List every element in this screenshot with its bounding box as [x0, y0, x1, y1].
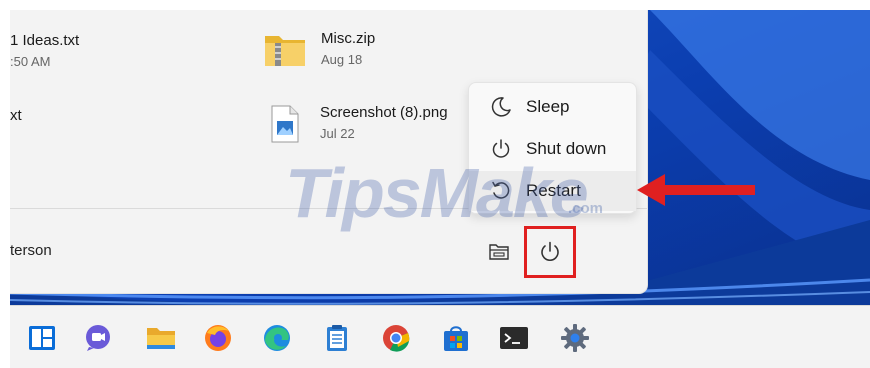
terminal-button[interactable]: [498, 322, 530, 354]
firefox-button[interactable]: [202, 322, 234, 354]
settings-button[interactable]: [559, 322, 591, 354]
file-name: xt: [10, 107, 22, 124]
file-explorer-icon: [147, 328, 175, 349]
chat-button[interactable]: [82, 322, 114, 354]
settings-icon: [561, 324, 589, 352]
red-arrow-annotation: [637, 174, 755, 206]
recommended-file-misc-zip[interactable]: Misc.zip Aug 18: [263, 30, 375, 70]
chat-icon: [86, 325, 110, 351]
edge-icon: [264, 325, 290, 351]
sleep-label: Sleep: [526, 97, 570, 116]
sleep-menu-item[interactable]: Sleep: [469, 87, 636, 127]
start-icon: [29, 326, 55, 350]
start-menu: 1 Ideas.txt :50 AM xt Misc.zip Aug 18 Sc…: [10, 10, 647, 293]
file-name: Misc.zip: [321, 30, 376, 47]
recommended-file-screenshot-png[interactable]: Screenshot (8).png Jul 22: [268, 104, 448, 144]
file-name: Screenshot (8).png: [320, 104, 448, 121]
terminal-icon: [500, 327, 528, 349]
taskbar: [10, 305, 870, 368]
chrome-button[interactable]: [380, 322, 412, 354]
recommended-file-ideas[interactable]: 1 Ideas.txt :50 AM: [10, 32, 79, 69]
screen: 1 Ideas.txt :50 AM xt Misc.zip Aug 18 Sc…: [10, 10, 870, 368]
notepad-icon: [327, 325, 347, 351]
start-button[interactable]: [26, 322, 58, 354]
watermark-suffix: .com: [568, 200, 604, 217]
user-account-name[interactable]: terson: [10, 242, 52, 259]
store-button[interactable]: [440, 322, 472, 354]
file-date: :50 AM: [10, 54, 51, 69]
moon-icon: [489, 95, 513, 119]
file-date: Aug 18: [321, 52, 363, 67]
watermark-text: TipsMake: [285, 154, 589, 232]
edge-button[interactable]: [261, 322, 293, 354]
image-file-icon: [271, 105, 299, 143]
file-date: Jul 22: [320, 126, 355, 141]
file-explorer-taskbar-button[interactable]: [145, 322, 177, 354]
zip-folder-icon: [265, 36, 305, 66]
folder-icon: [489, 244, 509, 260]
firefox-icon: [205, 325, 231, 351]
notepad-button[interactable]: [321, 322, 353, 354]
recommended-file-txt[interactable]: xt: [10, 107, 22, 129]
store-icon: [444, 326, 468, 351]
power-icon: [541, 241, 559, 261]
file-name: 1 Ideas.txt: [10, 32, 80, 49]
file-explorer-button[interactable]: [486, 239, 512, 265]
power-button[interactable]: [524, 226, 576, 278]
chrome-icon: [383, 325, 410, 352]
